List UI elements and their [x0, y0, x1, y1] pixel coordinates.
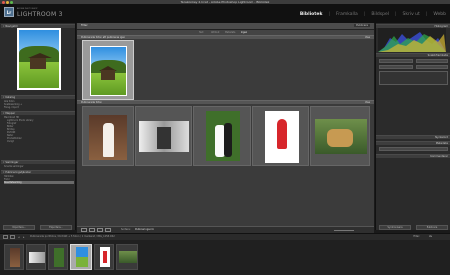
grid-icon[interactable]: [10, 235, 15, 239]
collections-label: Samlingar: [5, 161, 19, 164]
metadata-label: Metadata: [435, 142, 448, 145]
comments-header[interactable]: Kommentarer: [376, 154, 450, 158]
filter-tab-text[interactable]: Text: [199, 31, 203, 34]
keywords-header[interactable]: Nyckelord: [376, 135, 450, 139]
quick-develop-auto[interactable]: [416, 65, 448, 69]
quick-develop-controls[interactable]: [379, 71, 448, 85]
section-title: Publicerade foton att publiceras igen: [81, 36, 126, 39]
filter-label: Filter:: [81, 24, 89, 27]
filmstrip-filter-select[interactable]: Av: [429, 235, 432, 238]
section-header-modified[interactable]: Publicerade foton att publiceras igen Vi…: [77, 35, 374, 39]
module-library[interactable]: Bibliotek: [300, 12, 323, 17]
filmstrip-thumb[interactable]: [26, 244, 46, 270]
module-develop[interactable]: Framkalla: [336, 12, 358, 17]
catalog-label: Katalog: [5, 96, 16, 99]
bw-wedding-photo-thumbnail: [139, 121, 189, 152]
module-picker: Bibliotek | Framkalla | Bildspel | Skriv…: [300, 12, 446, 17]
catalog-header[interactable]: ▾Katalog: [1, 95, 75, 99]
quick-develop-preset[interactable]: [379, 59, 413, 63]
forward-arrow-icon[interactable]: ▸: [23, 235, 25, 239]
filmstrip-thumb-selected[interactable]: [70, 244, 92, 270]
collection-item[interactable]: Smarta samlingar: [4, 165, 74, 168]
filmstrip-source-info[interactable]: Publicerade portfolios / Porträtt + 5 fo…: [30, 235, 115, 238]
secondary-window-icon[interactable]: [3, 235, 8, 239]
grid-cell[interactable]: [252, 106, 309, 166]
thumbnail-size-slider[interactable]: [334, 230, 354, 231]
app-name: LIGHTROOM 3: [17, 11, 63, 18]
app-vendor-label: ADOBE PHOTOSHOP: [17, 8, 38, 10]
import-button[interactable]: Importera...: [3, 225, 35, 230]
folders-label: Mappar: [5, 112, 16, 115]
histogram-graph[interactable]: [378, 28, 446, 52]
comments-label: Kommentarer: [430, 155, 448, 158]
module-print[interactable]: Skriv ut: [403, 12, 420, 17]
module-web[interactable]: Webb: [433, 12, 446, 17]
compare-view-icon[interactable]: [97, 228, 103, 232]
catalog-item[interactable]: Föreg. import: [4, 106, 74, 109]
grid-cell[interactable]: [135, 106, 192, 166]
back-arrow-icon[interactable]: ◂: [18, 235, 20, 239]
folder-item[interactable]: Övrigt: [7, 140, 77, 143]
histogram-icon: [378, 32, 446, 52]
sync-button[interactable]: Synkronisera: [379, 225, 411, 230]
filter-tab-metadata[interactable]: Metadata: [225, 31, 235, 34]
grid-toolbar: Sortera: Publiceringsord.: [77, 226, 374, 233]
module-separator: |: [363, 12, 366, 17]
sort-select[interactable]: Publiceringsord.: [135, 228, 154, 231]
lightroom-logo-icon: Lr: [4, 7, 14, 17]
filter-tab-attribute[interactable]: Attribut: [211, 31, 219, 34]
filter-tab-none[interactable]: Ingen: [241, 31, 247, 34]
quick-develop-label: Snabbframkalla: [427, 54, 448, 57]
filmstrip-thumb[interactable]: [48, 244, 68, 270]
barn-photo: [19, 30, 59, 88]
filmstrip-thumb[interactable]: [94, 244, 114, 270]
publish-collection-selected[interactable]: Resultatsamling: [4, 181, 74, 184]
module-separator: |: [425, 12, 428, 17]
survey-view-icon[interactable]: [105, 228, 111, 232]
quick-develop-header[interactable]: Snabbframkalla: [376, 53, 450, 57]
publish-button[interactable]: Publicera: [416, 225, 448, 230]
section-toggle[interactable]: Visa: [365, 36, 370, 40]
red-dress-photo-thumbnail: [265, 111, 299, 163]
grid-cell-selected[interactable]: [82, 40, 134, 100]
section-header-published[interactable]: Publicerade foton Visa: [77, 100, 374, 104]
couple-photo-thumbnail: [206, 111, 240, 161]
quick-develop-wb[interactable]: [416, 59, 448, 63]
grid-view-icon[interactable]: [81, 228, 87, 232]
wedding-photo-thumbnail: [89, 115, 127, 160]
module-slideshow[interactable]: Bildspel: [371, 12, 389, 17]
filmstrip-thumb[interactable]: [4, 244, 24, 270]
sort-label: Sortera:: [121, 228, 131, 231]
barn-photo-thumbnail: [90, 46, 127, 96]
library-filter-bar: Filter: Publicera: [77, 23, 374, 30]
filmstrip-filter-label: Filter:: [413, 235, 420, 238]
grid-cell[interactable]: [193, 106, 251, 166]
folders-header[interactable]: ▾Mappar: [1, 111, 75, 115]
export-button[interactable]: Exportera...: [40, 225, 72, 230]
loupe-view-icon[interactable]: [89, 228, 95, 232]
quick-develop-tone[interactable]: [379, 65, 413, 69]
navigator-preview[interactable]: [17, 28, 61, 90]
publish-services-header[interactable]: ▾Publiceringstjänster: [1, 170, 75, 174]
right-panel: Histogram Snabbframkalla Nyckelord Metad…: [375, 23, 450, 230]
module-separator: |: [328, 12, 330, 17]
publish-services-label: Publiceringstjänster: [5, 171, 32, 174]
keywords-label: Nyckelord: [435, 136, 448, 139]
section-toggle[interactable]: Visa: [365, 101, 370, 105]
publish-now-button[interactable]: Publicera: [354, 24, 370, 27]
grid-cell[interactable]: [82, 106, 134, 166]
filmstrip-thumb[interactable]: [116, 244, 138, 270]
section-title: Publicerade foton: [81, 101, 102, 104]
leopard-photo-thumbnail: [315, 119, 367, 154]
grid-cell[interactable]: [310, 106, 370, 166]
metadata-header[interactable]: Metadata: [376, 141, 450, 145]
module-separator: |: [394, 12, 397, 17]
collections-header[interactable]: ▾Samlingar: [1, 160, 75, 164]
metadata-preset-select[interactable]: [379, 147, 448, 151]
